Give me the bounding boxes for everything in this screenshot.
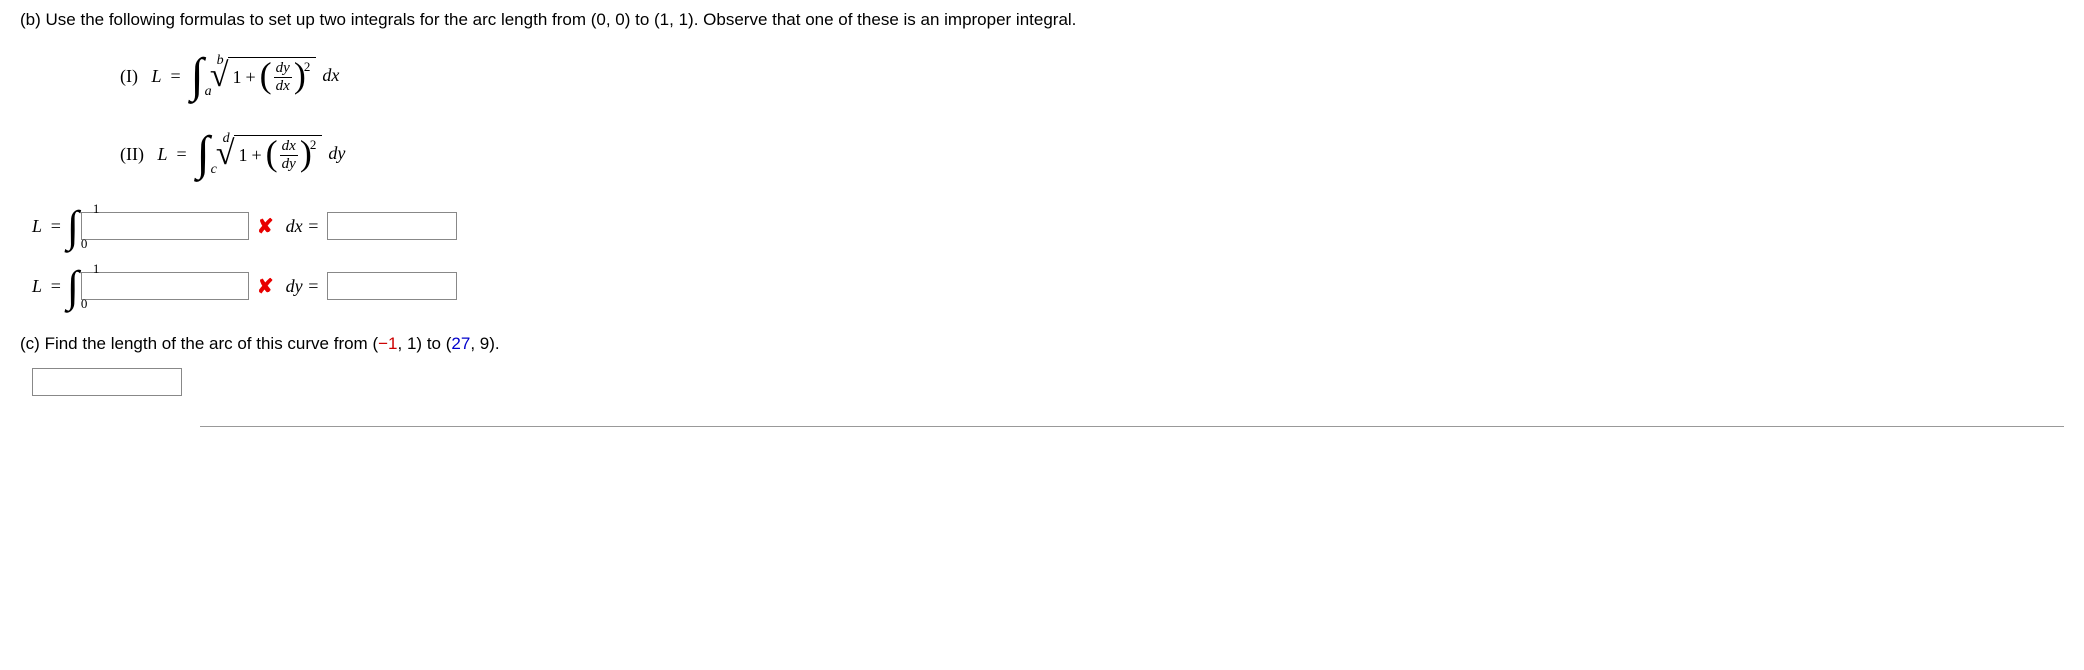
formula-2-eq: = (177, 144, 187, 164)
integral-2: ∫ d c √ 1 + ( dx dy ) 2 dy (197, 135, 346, 173)
result-dy-input[interactable] (327, 272, 457, 300)
denominator: dy (280, 156, 298, 173)
formula-2-var: L (157, 144, 167, 164)
p2-num: 27 (451, 334, 470, 353)
formula-1: (I) L = ∫ b a √ 1 + ( dy dx ) 2 dx (120, 46, 2064, 106)
wrong-icon: ✘ (257, 214, 274, 239)
result-dx-input[interactable] (327, 212, 457, 240)
p2-close: , 9) (470, 334, 495, 353)
formula-1-var: L (151, 66, 161, 86)
lower-limit: 0 (81, 296, 88, 312)
upper-limit: 1 (93, 201, 100, 217)
integrand-dy-input[interactable] (81, 272, 249, 300)
radical-icon: √ (210, 57, 229, 95)
integral-sign-icon: ∫ d c (197, 135, 210, 173)
wrong-icon: ✘ (257, 274, 274, 299)
sqrt-expression: √ 1 + ( dy dx ) 2 (210, 57, 317, 95)
open-paren-icon: ( (266, 139, 278, 168)
part-c-label: (c) (20, 334, 40, 353)
one: 1 (232, 67, 241, 88)
part-c-post: . (495, 334, 500, 353)
denominator: dx (274, 78, 292, 95)
formula-2-label: (II) (120, 144, 144, 164)
L-var: L (32, 276, 42, 296)
integrand-dx-input[interactable] (81, 212, 249, 240)
plus: + (251, 145, 261, 166)
part-c-mid: to (427, 334, 446, 353)
L-var: L (32, 216, 42, 236)
divider (200, 426, 2064, 427)
integral-sign-icon: ∫ 1 0 (67, 261, 79, 312)
radical-icon: √ (216, 135, 235, 173)
part-b-text: Use the following formulas to set up two… (46, 10, 1077, 29)
upper-limit: 1 (93, 261, 100, 277)
eq: = (51, 276, 61, 296)
formula-1-label: (I) (120, 66, 138, 86)
exponent: 2 (304, 59, 311, 75)
part-c-answer-input[interactable] (32, 368, 182, 396)
fraction: dx dy (280, 138, 298, 172)
differential: dy (328, 143, 345, 164)
fraction: dy dx (274, 60, 292, 94)
integral-1: ∫ b a √ 1 + ( dy dx ) 2 dx (191, 57, 340, 95)
numerator: dy (274, 60, 292, 78)
part-c-pre: Find the length of the arc of this curve… (45, 334, 373, 353)
answer-row-dy: L = ∫ 1 0 ✘ dy = (32, 262, 2064, 310)
integral-sign-icon: ∫ 1 0 (67, 201, 79, 252)
part-c-prompt: (c) Find the length of the arc of this c… (20, 334, 2064, 354)
open-paren-icon: ( (260, 61, 272, 90)
answer-row-dx: L = ∫ 1 0 ✘ dx = (32, 202, 2064, 250)
plus: + (245, 67, 255, 88)
numerator: dx (280, 138, 298, 156)
part-b-prompt: (b) Use the following formulas to set up… (20, 10, 2064, 30)
integral-sign-icon: ∫ b a (191, 57, 204, 95)
sqrt-expression: √ 1 + ( dx dy ) 2 (216, 135, 323, 173)
formula-2: (II) L = ∫ d c √ 1 + ( dx dy ) 2 dy (120, 124, 2064, 184)
p1-close: , 1) (398, 334, 423, 353)
lower-limit: 0 (81, 236, 88, 252)
exponent: 2 (310, 137, 317, 153)
differential: dx (322, 65, 339, 86)
part-b-label: (b) (20, 10, 41, 29)
one: 1 (238, 145, 247, 166)
p1-num: −1 (378, 334, 397, 353)
dx-equals: dx = (286, 216, 320, 237)
eq: = (51, 216, 61, 236)
dy-equals: dy = (286, 276, 320, 297)
formula-1-eq: = (171, 66, 181, 86)
